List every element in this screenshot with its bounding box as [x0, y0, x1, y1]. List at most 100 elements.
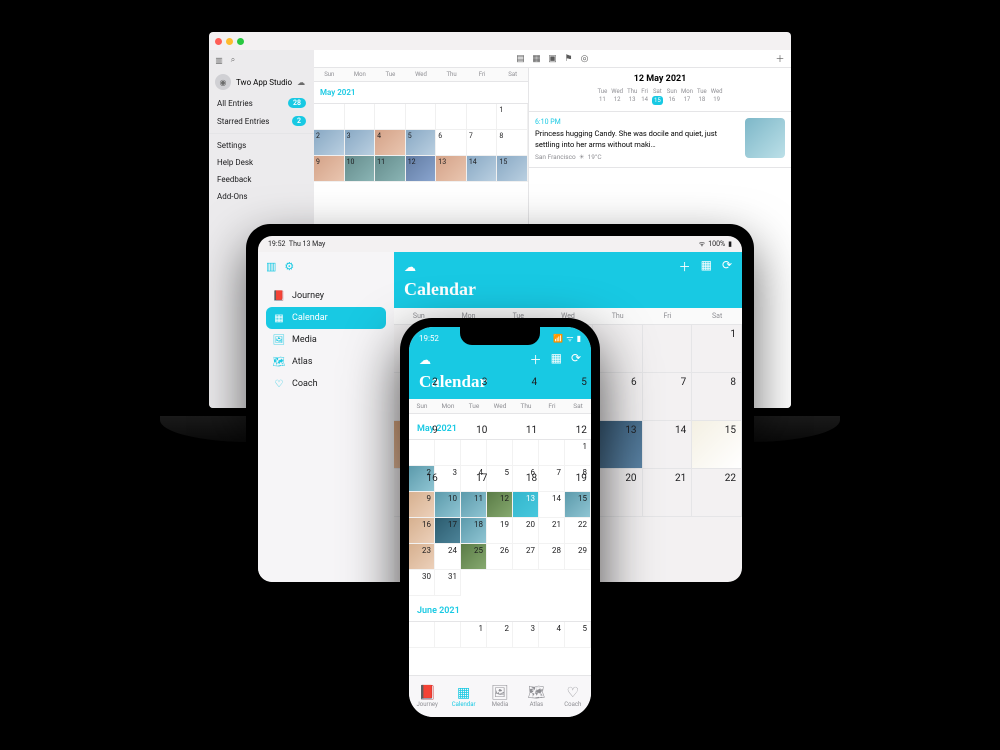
iphone-scroll[interactable]: May 2021 1234567891011121314151617181920…	[409, 414, 591, 675]
week-day[interactable]: Sun16	[667, 88, 677, 105]
calendar-day[interactable]: 24	[435, 544, 461, 570]
media-icon[interactable]: ▣	[548, 54, 558, 64]
calendar-day[interactable]: 28	[539, 544, 565, 570]
calendar-day[interactable]: 14	[467, 156, 498, 182]
ipad-sidebar-item-atlas[interactable]: 🗺Atlas	[266, 351, 386, 373]
week-day[interactable]: Wed19	[711, 88, 723, 105]
sidebar-toggle-icon[interactable]: ▥	[266, 260, 276, 273]
settings-icon[interactable]: ⚙	[284, 260, 294, 273]
today-icon[interactable]: ▦	[551, 351, 562, 368]
calendar-day[interactable]: 7	[539, 466, 565, 492]
calendar-day[interactable]: 4	[539, 622, 565, 648]
calendar-day[interactable]: 5	[406, 130, 437, 156]
calendar-day[interactable]: 10	[435, 492, 461, 518]
calendar-day[interactable]: 22	[565, 518, 591, 544]
calendar-day[interactable]: 1	[461, 622, 487, 648]
add-entry-icon[interactable]: ＋	[679, 258, 691, 275]
calendar-day[interactable]: 13	[513, 492, 539, 518]
calendar-day[interactable]: 13	[593, 421, 643, 469]
calendar-day[interactable]: 5	[565, 622, 591, 648]
ipad-sidebar-item-coach[interactable]: ♡Coach	[266, 373, 386, 395]
calendar-day[interactable]: 20	[593, 469, 643, 517]
sidebar-item-all-entries[interactable]: All Entries 28	[209, 94, 314, 112]
calendar-day[interactable]: 14	[539, 492, 565, 518]
sync-icon[interactable]: ⟳	[571, 351, 581, 368]
calendar-day[interactable]: 2	[314, 130, 345, 156]
ipad-sidebar-item-media[interactable]: 🖼Media	[266, 329, 386, 351]
calendar-day[interactable]: 10	[345, 156, 376, 182]
cloud-icon[interactable]: ☁	[404, 260, 416, 274]
calendar-day[interactable]: 17	[435, 518, 461, 544]
sidebar-item-helpdesk[interactable]: Help Desk	[209, 154, 314, 171]
tab-calendar[interactable]: ▦Calendar	[445, 676, 481, 717]
calendar-day[interactable]: 23	[409, 544, 435, 570]
sidebar-item-addons[interactable]: Add-Ons	[209, 188, 314, 205]
account-row[interactable]: ◉ Two App Studio ☁	[209, 70, 314, 94]
calendar-day[interactable]: 2	[487, 622, 513, 648]
calendar-day[interactable]: 22	[692, 469, 742, 517]
calendar-day[interactable]: 11	[375, 156, 406, 182]
calendar-day[interactable]: 19	[487, 518, 513, 544]
calendar-day[interactable]: 5	[487, 466, 513, 492]
calendar-day[interactable]: 6	[436, 130, 467, 156]
zoom-traffic-light[interactable]	[237, 38, 244, 45]
calendar-day[interactable]: 21	[643, 469, 693, 517]
add-entry-icon[interactable]: ＋	[530, 351, 542, 368]
calendar-icon[interactable]: ▦	[532, 54, 542, 64]
week-day[interactable]: Fri14	[641, 88, 648, 105]
calendar-day[interactable]: 7	[467, 130, 498, 156]
calendar-day[interactable]: 3	[435, 466, 461, 492]
calendar-day[interactable]: 8	[497, 130, 528, 156]
week-day[interactable]: Sat15	[652, 88, 663, 105]
ipad-sidebar-item-journey[interactable]: 📕Journey	[266, 285, 386, 307]
calendar-day[interactable]: 3	[513, 622, 539, 648]
calendar-day[interactable]: 16	[409, 518, 435, 544]
ipad-sidebar-item-calendar[interactable]: ▦Calendar	[266, 307, 386, 329]
calendar-day[interactable]: 15	[565, 492, 591, 518]
sidebar-item-settings[interactable]: Settings	[209, 137, 314, 154]
calendar-day[interactable]: 7	[643, 373, 693, 421]
calendar-day[interactable]: 20	[513, 518, 539, 544]
calendar-day[interactable]: 12	[487, 492, 513, 518]
archive-icon[interactable]: ▤	[516, 54, 526, 64]
calendar-day[interactable]: 25	[461, 544, 487, 570]
minimize-traffic-light[interactable]	[226, 38, 233, 45]
calendar-day[interactable]: 12	[406, 156, 437, 182]
coach-icon[interactable]: ◎	[580, 54, 590, 64]
calendar-day[interactable]: 13	[436, 156, 467, 182]
calendar-day[interactable]: 27	[513, 544, 539, 570]
calendar-day[interactable]: 31	[435, 570, 461, 596]
calendar-day[interactable]: 30	[409, 570, 435, 596]
tab-coach[interactable]: ♡Coach	[555, 676, 591, 717]
week-day[interactable]: Wed12	[611, 88, 623, 105]
calendar-day[interactable]: 29	[565, 544, 591, 570]
add-entry-icon[interactable]: ＋	[775, 54, 785, 64]
calendar-day[interactable]: 26	[487, 544, 513, 570]
sidebar-item-starred[interactable]: Starred Entries 2	[209, 112, 314, 130]
cloud-icon[interactable]: ☁	[419, 353, 431, 367]
calendar-day[interactable]: 21	[539, 518, 565, 544]
calendar-day[interactable]: 1	[497, 104, 528, 130]
sidebar-toggle-icon[interactable]: ▥	[215, 56, 223, 64]
calendar-day[interactable]: 18	[461, 518, 487, 544]
week-day[interactable]: Tue11	[597, 88, 607, 105]
calendar-day[interactable]: 3	[345, 130, 376, 156]
tab-media[interactable]: 🖼Media	[482, 676, 518, 717]
calendar-day[interactable]: 15	[497, 156, 528, 182]
sidebar-item-feedback[interactable]: Feedback	[209, 171, 314, 188]
calendar-day[interactable]: 8	[692, 373, 742, 421]
atlas-icon[interactable]: ⚑	[564, 54, 574, 64]
week-day[interactable]: Mon17	[681, 88, 693, 105]
calendar-day[interactable]: 9	[409, 492, 435, 518]
search-icon[interactable]: ⌕	[229, 56, 237, 64]
calendar-day[interactable]: 4	[375, 130, 406, 156]
entry-card[interactable]: 6:10 PM Princess hugging Candy. She was …	[529, 112, 791, 168]
week-day[interactable]: Tue18	[697, 88, 707, 105]
week-day[interactable]: Thu13	[627, 88, 637, 105]
tab-journey[interactable]: 📕Journey	[409, 676, 445, 717]
close-traffic-light[interactable]	[215, 38, 222, 45]
calendar-day[interactable]: 14	[643, 421, 693, 469]
calendar-day[interactable]: 1	[565, 440, 591, 466]
calendar-day[interactable]: 6	[593, 373, 643, 421]
calendar-day[interactable]: 11	[461, 492, 487, 518]
